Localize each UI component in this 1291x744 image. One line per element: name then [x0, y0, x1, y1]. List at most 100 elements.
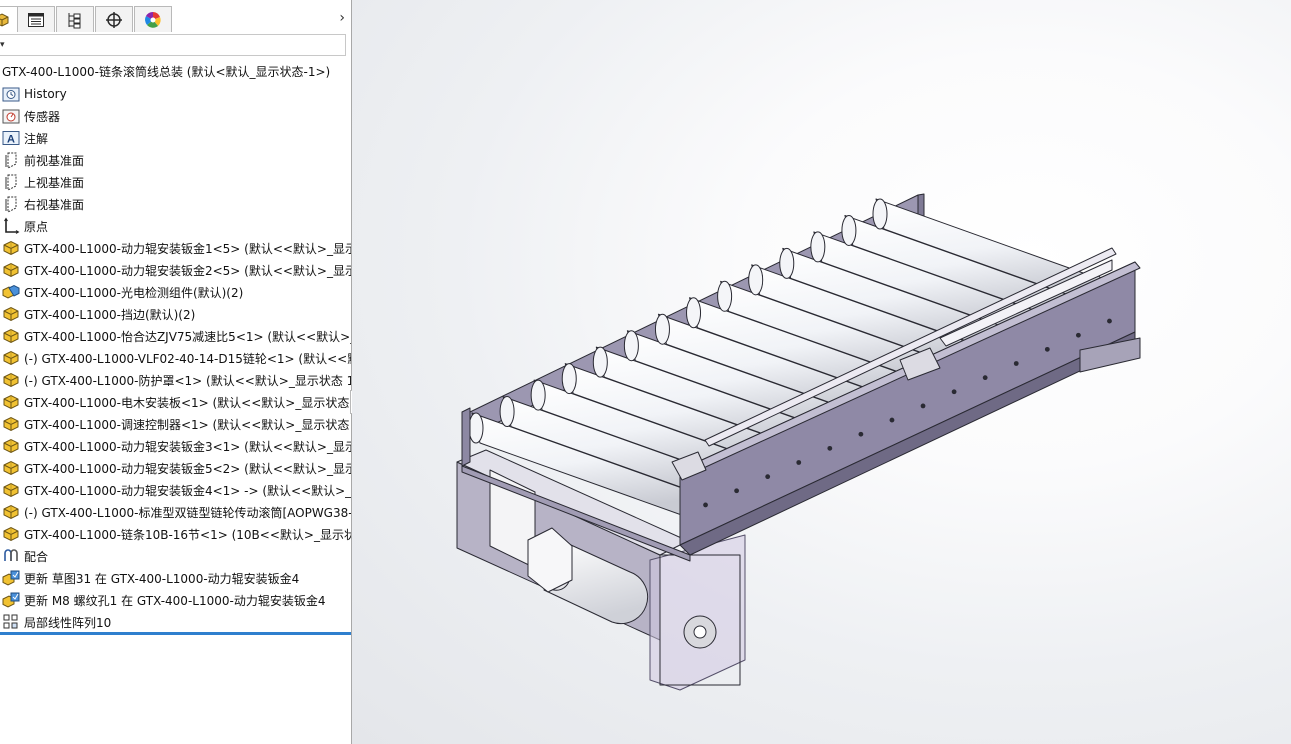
roller-end: [623, 330, 639, 362]
tree-item-label: 上视基准面: [24, 175, 85, 190]
tree-item[interactable]: 配合: [0, 545, 351, 567]
tree-item[interactable]: History: [0, 83, 351, 105]
tree-item[interactable]: (-) GTX-400-L1000-标准型双链型链轮传动滚筒[AOPWG38-: [0, 501, 351, 523]
tree-item[interactable]: A 注解: [0, 127, 351, 149]
mounting-hole: [1013, 361, 1019, 366]
property-sheet-icon: [28, 12, 44, 27]
tree-item-label: GTX-400-L1000-动力辊安装钣金5<2> (默认<<默认>_显示状: [24, 461, 351, 476]
tree-item[interactable]: 右视基准面: [0, 193, 351, 215]
tree-item[interactable]: 局部线性阵列10: [0, 611, 351, 633]
tree-item-label: (-) GTX-400-L1000-标准型双链型链轮传动滚筒[AOPWG38-: [24, 505, 351, 520]
roller-end: [530, 379, 546, 411]
update-icon: [1, 569, 21, 587]
rollback-bar[interactable]: [0, 632, 351, 635]
roller-end: [748, 264, 764, 296]
tree-item-label: GTX-400-L1000-挡边(默认)(2): [24, 307, 196, 322]
plane-icon: [1, 151, 21, 169]
dimxpert-tab[interactable]: [95, 6, 133, 32]
part-icon: [1, 393, 21, 411]
part-icon: [1, 415, 21, 433]
tree-item-label: GTX-400-L1000-光电检测组件(默认)(2): [24, 285, 244, 300]
part-icon: [1, 525, 21, 543]
tree-item[interactable]: GTX-400-L1000-动力辊安装钣金2<5> (默认<<默认>_显示状: [0, 259, 351, 281]
tree-item-label: GTX-400-L1000-动力辊安装钣金3<1> (默认<<默认>_显示状: [24, 439, 351, 454]
tree-item-label: 右视基准面: [24, 197, 85, 212]
tree-item-label: GTX-400-L1000-动力辊安装钣金2<5> (默认<<默认>_显示状: [24, 263, 351, 278]
filter-dropdown-arrow-icon[interactable]: ▾: [0, 40, 5, 50]
mates-icon: [1, 547, 21, 565]
tree-item[interactable]: 传感器: [0, 105, 351, 127]
tree-item-label: 传感器: [24, 109, 61, 124]
feature-manager-panel: › ▾ GTX-400-L1000-链条滚筒线总装 (默认<默认_显示状态-1>…: [0, 0, 352, 744]
roller-end: [654, 313, 670, 345]
tree-item[interactable]: GTX-400-L1000-动力辊安装钣金3<1> (默认<<默认>_显示状: [0, 435, 351, 457]
part-icon: [1, 481, 21, 499]
tree-item[interactable]: GTX-400-L1000-光电检测组件(默认)(2): [0, 281, 351, 303]
display-manager-tab[interactable]: [134, 6, 172, 32]
back-frame-end: [917, 193, 925, 218]
assembly-root-node[interactable]: GTX-400-L1000-链条滚筒线总装 (默认<默认_显示状态-1>): [2, 63, 330, 80]
tree-item-label: History: [24, 87, 67, 101]
tree-item-label: GTX-400-L1000-链条10B-16节<1> (10B<<默认>_显示状…: [24, 527, 351, 542]
tree-item[interactable]: GTX-400-L1000-挡边(默认)(2): [0, 303, 351, 325]
tree-item-label: 配合: [24, 549, 49, 564]
tree-item[interactable]: GTX-400-L1000-调速控制器<1> (默认<<默认>_显示状态 1>: [0, 413, 351, 435]
graphics-viewport[interactable]: [352, 0, 1291, 744]
feature-tree-tab[interactable]: [0, 6, 18, 32]
configuration-manager-tab[interactable]: [56, 6, 94, 32]
tabs-more-chevron-icon[interactable]: ›: [339, 10, 345, 26]
part-icon: [1, 503, 21, 521]
tree-item[interactable]: GTX-400-L1000-电木安装板<1> (默认<<默认>_显示状态 1>: [0, 391, 351, 413]
roller-end: [810, 231, 826, 263]
tree-item-label: GTX-400-L1000-怡合达ZJV75减速比5<1> (默认<<默认>_显: [24, 329, 351, 344]
part-icon: [1, 305, 21, 323]
part-icon: [1, 327, 21, 345]
tree-item[interactable]: GTX-400-L1000-动力辊安装钣金1<5> (默认<<默认>_显示状: [0, 237, 351, 259]
roller-end: [841, 214, 857, 246]
roller-end: [872, 198, 888, 230]
roller-end: [592, 346, 608, 378]
tree-item-label: GTX-400-L1000-动力辊安装钣金4<1> -> (默认<<默认>_显: [24, 483, 351, 498]
svg-text:A: A: [7, 134, 15, 146]
tree-item[interactable]: GTX-400-L1000-怡合达ZJV75减速比5<1> (默认<<默认>_显: [0, 325, 351, 347]
tree-item-label: (-) GTX-400-L1000-防护罩<1> (默认<<默认>_显示状态 1…: [24, 373, 351, 388]
tree-item[interactable]: 更新 草图31 在 GTX-400-L1000-动力辊安装钣金4: [0, 567, 351, 589]
tree-item[interactable]: 前视基准面: [0, 149, 351, 171]
tree-item[interactable]: (-) GTX-400-L1000-防护罩<1> (默认<<默认>_显示状态 1…: [0, 369, 351, 391]
part-icon: [1, 437, 21, 455]
origin-icon: [1, 217, 21, 235]
crosshair-icon: [106, 11, 122, 28]
roller-end: [499, 396, 515, 428]
mounting-hole: [1075, 332, 1081, 338]
roller-conveyor-assembly: [456, 193, 1141, 691]
tree-item[interactable]: 原点: [0, 215, 351, 237]
tree-item[interactable]: 上视基准面: [0, 171, 351, 193]
tree-item[interactable]: GTX-400-L1000-链条10B-16节<1> (10B<<默认>_显示状…: [0, 523, 351, 545]
roller-end: [779, 247, 795, 279]
tree-item[interactable]: GTX-400-L1000-动力辊安装钣金5<2> (默认<<默认>_显示状: [0, 457, 351, 479]
part-icon: [1, 371, 21, 389]
mounting-hole: [889, 417, 895, 423]
mounting-hole: [734, 488, 740, 494]
tree-item-label: GTX-400-L1000-电木安装板<1> (默认<<默认>_显示状态 1>: [24, 395, 351, 410]
part-icon: [1, 239, 21, 257]
mounting-hole: [765, 474, 771, 480]
tree-item-label: GTX-400-L1000-动力辊安装钣金1<5> (默认<<默认>_显示状: [24, 241, 351, 256]
property-manager-tab[interactable]: [17, 6, 55, 32]
tree-item[interactable]: 更新 M8 螺纹孔1 在 GTX-400-L1000-动力辊安装钣金4: [0, 589, 351, 611]
mounting-hole: [858, 431, 864, 437]
conveyor-model: [456, 193, 1141, 691]
tree-item[interactable]: (-) GTX-400-L1000-VLF02-40-14-D15链轮<1> (…: [0, 347, 351, 369]
tree-item[interactable]: GTX-400-L1000-动力辊安装钣金4<1> -> (默认<<默认>_显: [0, 479, 351, 501]
mounting-hole: [920, 403, 926, 409]
roller-end: [561, 363, 577, 395]
tree-filter-input[interactable]: [0, 34, 346, 56]
tree-item-label: 更新 草图31 在 GTX-400-L1000-动力辊安装钣金4: [24, 571, 300, 586]
update-icon: [1, 591, 21, 609]
part-icon: [1, 349, 21, 367]
chain-guard: [649, 534, 746, 691]
front-frame-left-end: [461, 407, 471, 467]
mounting-hole: [827, 445, 833, 451]
tree-item-label: 原点: [24, 219, 49, 234]
annotation-icon: A: [1, 129, 21, 147]
